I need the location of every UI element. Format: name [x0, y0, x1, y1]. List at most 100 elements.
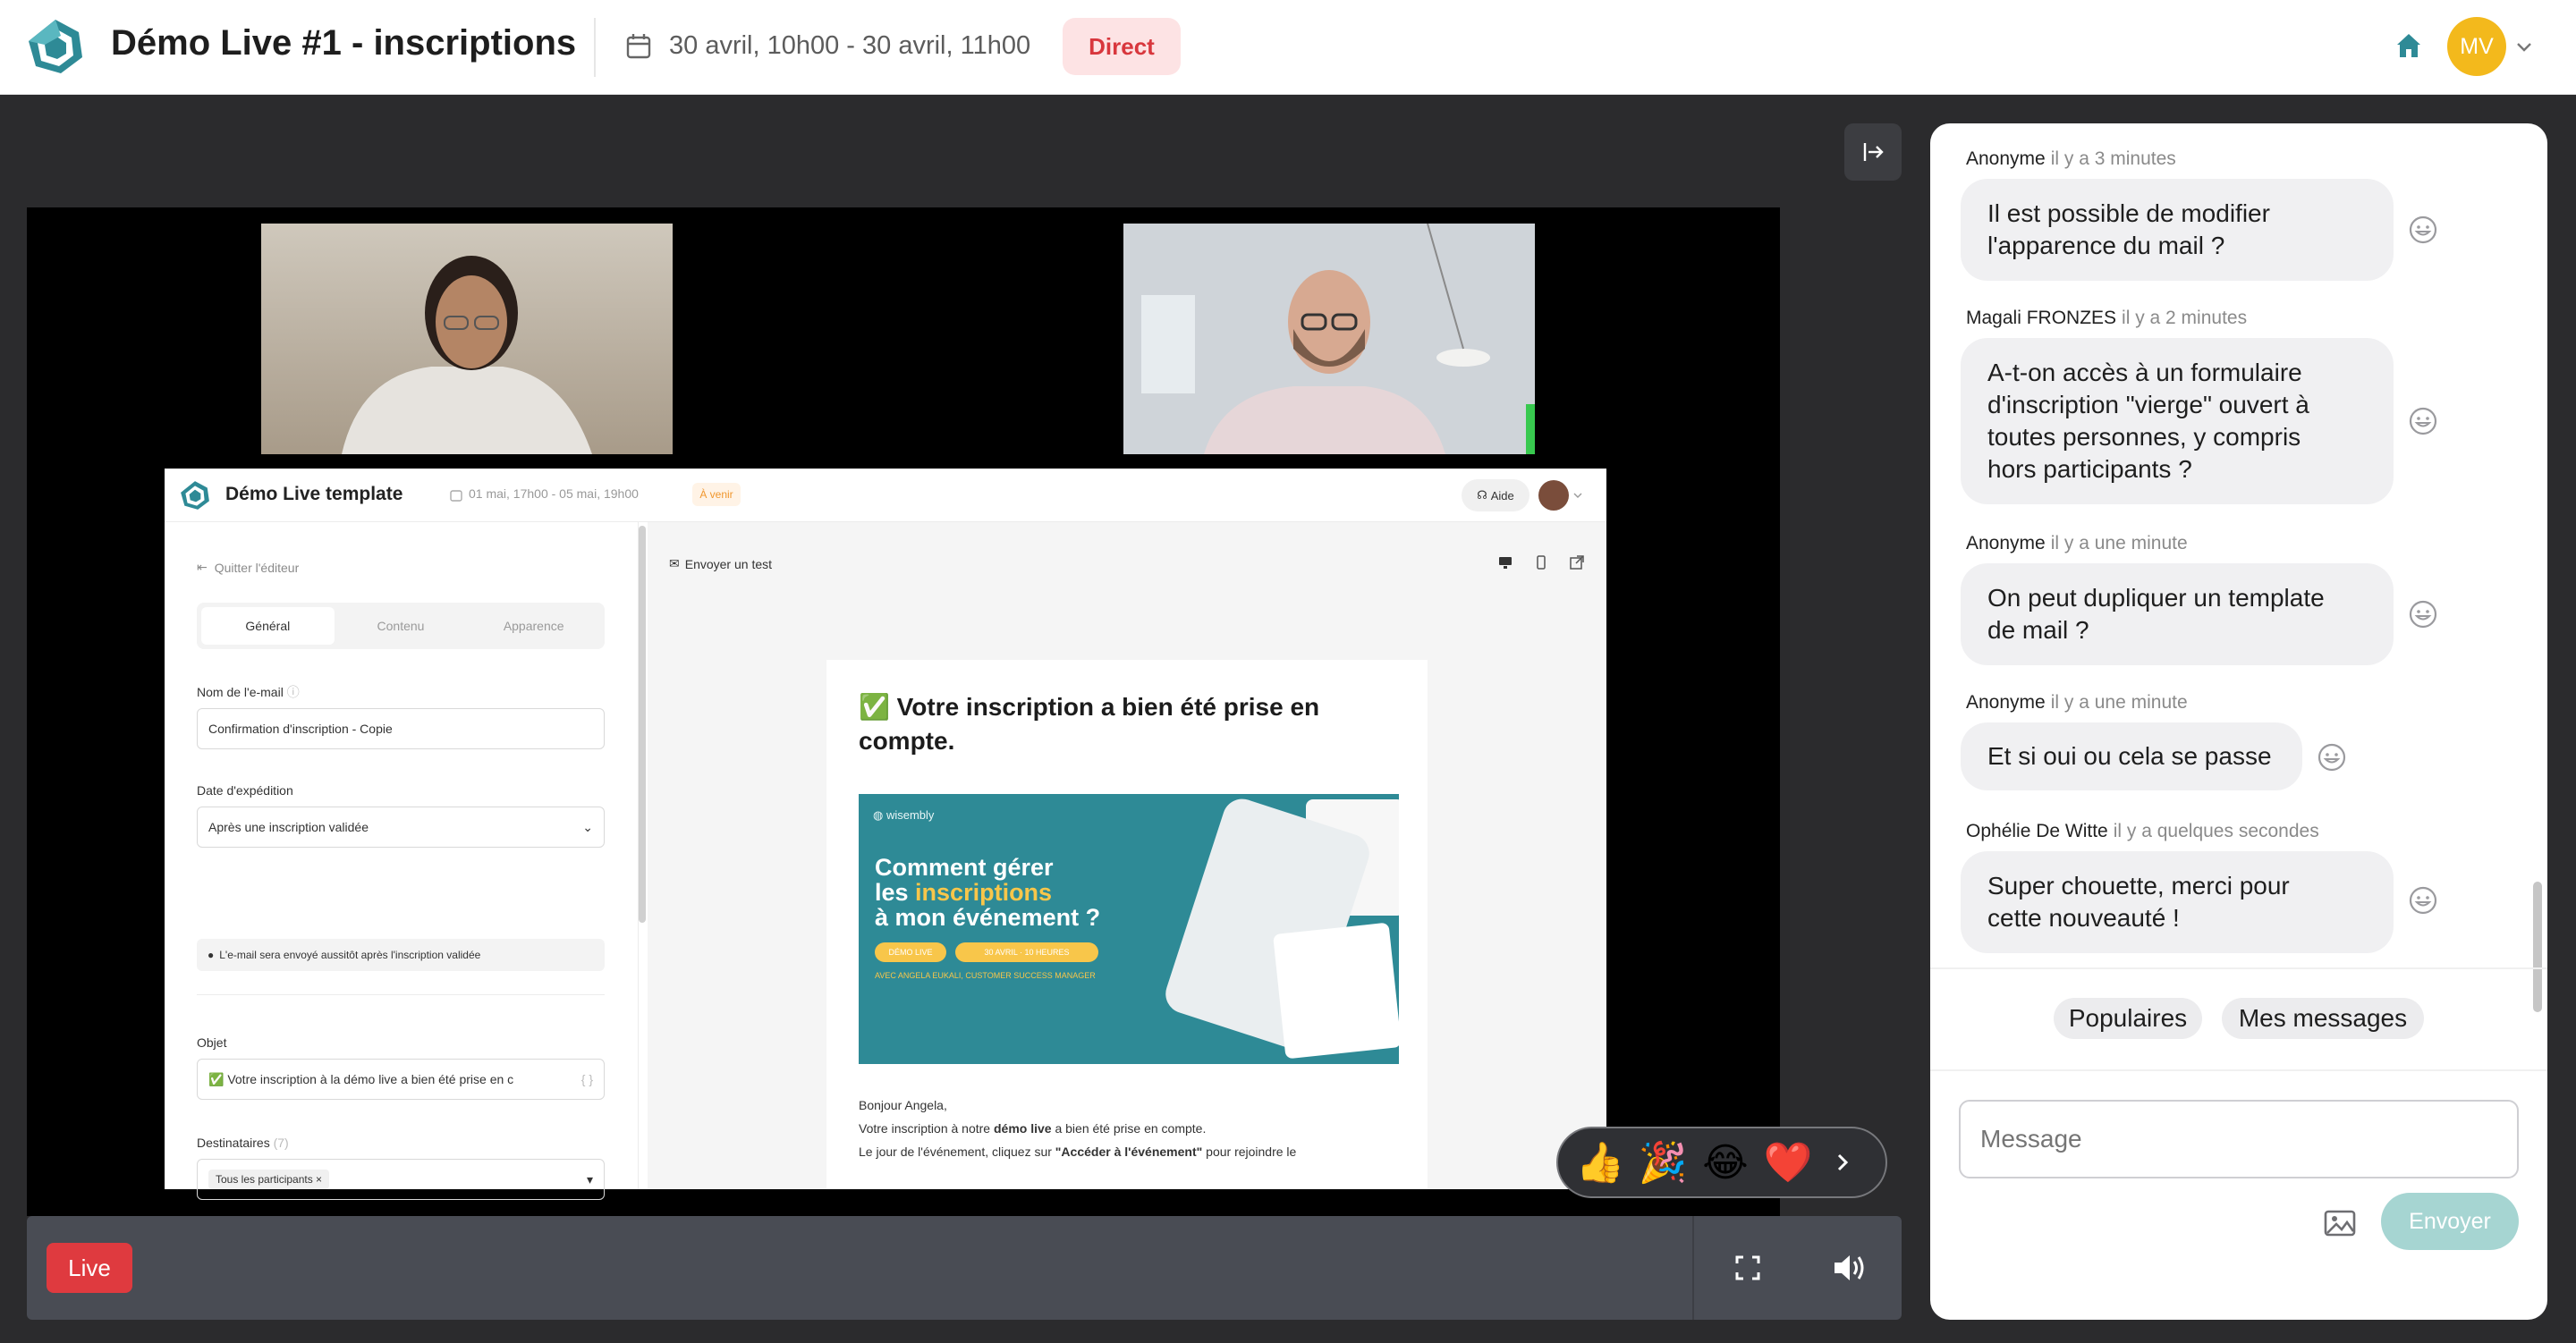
message-line: hors participants ? — [1987, 455, 2192, 483]
tab-appearance: Apparence — [503, 619, 564, 633]
email-body-1: Votre inscription à notre démo live a bi… — [859, 1121, 1206, 1136]
message-bubble: On peut dupliquer un template de mail ? — [1961, 563, 2394, 665]
email-preview-card: ✅ Votre inscription a bien été prise en … — [826, 660, 1428, 1189]
message-meta: Anonyme il y a une minute — [1966, 692, 2188, 714]
message-input[interactable] — [1959, 1100, 2519, 1178]
message-line: Il est possible de modifier — [1987, 199, 2270, 227]
help-button: ☊ Aide — [1462, 479, 1530, 511]
more-reactions-button[interactable] — [1825, 1136, 1860, 1188]
panel-scrollbar — [639, 526, 646, 923]
message-line: A-t-on accès à un formulaire — [1987, 359, 2302, 386]
message-author: Anonyme — [1966, 692, 2046, 713]
email-greeting: Bonjour Angela, — [859, 1098, 947, 1112]
reaction-laugh[interactable]: 😂 — [1699, 1136, 1751, 1188]
caret-down-icon: ▾ — [586, 1171, 593, 1187]
reaction-thumbs-up[interactable]: 👍 — [1574, 1136, 1626, 1188]
shared-status-badge: À venir — [692, 483, 741, 506]
shared-app-title: Démo Live template — [225, 484, 403, 504]
message-time: il y a une minute — [2050, 692, 2188, 713]
body-2b: "Accéder à l'événement" — [1055, 1145, 1203, 1159]
chat-scrollbar[interactable] — [2533, 882, 2542, 1012]
chevron-down-icon — [1573, 493, 1582, 498]
message-bubble: A-t-on accès à un formulaire d'inscripti… — [1961, 338, 2394, 504]
add-reaction-icon[interactable] — [2408, 215, 2438, 245]
add-reaction-icon[interactable] — [2317, 742, 2347, 773]
recipients-label: Destinataires (7) — [197, 1136, 289, 1150]
header-divider — [594, 18, 596, 77]
message-line: de mail ? — [1987, 616, 2089, 644]
variable-icon: { } — [580, 1072, 593, 1086]
wisembly-logo-icon[interactable] — [25, 16, 86, 77]
collapse-chat-button[interactable] — [1844, 123, 1902, 181]
add-reaction-icon[interactable] — [2408, 885, 2438, 916]
chevron-down-icon[interactable] — [2513, 36, 2535, 57]
info-icon: ⓘ — [286, 685, 300, 699]
user-avatar[interactable]: MV — [2447, 17, 2506, 76]
shared-app-logo-icon — [181, 481, 209, 510]
player-controls: Live — [27, 1216, 1902, 1320]
banner-line-2b: inscriptions — [915, 879, 1053, 906]
panel-divider — [197, 994, 605, 995]
message-bubble: Il est possible de modifier l'apparence … — [1961, 179, 2394, 281]
tab-general: Général — [201, 607, 335, 645]
quit-editor-label: Quitter l'éditeur — [214, 560, 300, 575]
message-author: Ophélie De Witte — [1966, 821, 2108, 841]
image-upload-icon[interactable] — [2322, 1205, 2358, 1241]
preview-device-toggles — [1497, 554, 1585, 570]
reaction-heart[interactable]: ❤️ — [1762, 1136, 1814, 1188]
banner-pill-date: 30 AVRIL · 10 HEURES — [955, 942, 1098, 962]
participant-2-silhouette — [1123, 224, 1535, 454]
banner-brand-text: wisembly — [886, 808, 935, 822]
message-line: toutes personnes, y compris — [1987, 423, 2301, 451]
recipients-chip: Tous les participants × — [208, 1170, 330, 1189]
email-preview-panel: ✉ Envoyer un test ✅ Votre inscription a … — [648, 522, 1606, 1189]
message-bubble: Super chouette, merci pour cette nouveau… — [1961, 851, 2394, 953]
email-banner-image: ◍ wisembly Comment gérer les inscription… — [859, 794, 1399, 1064]
reactions-bar: 👍 🎉 😂 ❤️ — [1556, 1127, 1887, 1198]
recipients-label-text: Destinataires — [197, 1136, 270, 1150]
email-name-field: Confirmation d'inscription - Copie — [197, 708, 605, 749]
calendar-icon — [450, 490, 462, 502]
fullscreen-button[interactable] — [1726, 1246, 1769, 1289]
tab-content: Contenu — [377, 619, 425, 633]
banner-pill-demo: DÉMO LIVE — [875, 942, 946, 962]
video-stage: Démo Live template 01 mai, 17h00 - 05 ma… — [27, 207, 1780, 1216]
message-text: On peut dupliquer un template de mail ? — [1987, 582, 2325, 646]
message-line: Et si oui ou cela se passe — [1987, 742, 2272, 770]
volume-button[interactable] — [1826, 1246, 1873, 1289]
event-date: 30 avril, 10h00 - 30 avril, 11h00 — [669, 31, 1031, 60]
reaction-party[interactable]: 🎉 — [1637, 1136, 1689, 1188]
email-name-label-text: Nom de l'e-mail — [197, 685, 284, 699]
message-author: Magali FRONZES — [1966, 308, 2117, 328]
recipients-select: Tous les participants × ▾ — [197, 1159, 605, 1200]
editor-settings-panel: ⇤ Quitter l'éditeur Général Contenu Appa… — [165, 522, 639, 1200]
email-name-value: Confirmation d'inscription - Copie — [208, 722, 393, 736]
add-reaction-icon[interactable] — [2408, 599, 2438, 629]
subject-value: ✅ Votre inscription à la démo live a bie… — [208, 1071, 514, 1086]
message-text: Et si oui ou cela se passe — [1987, 740, 2272, 773]
home-icon[interactable] — [2394, 30, 2424, 61]
send-date-value: Après une inscription validée — [208, 820, 369, 834]
filter-my-messages-button[interactable]: Mes messages — [2222, 998, 2424, 1039]
shared-user-avatar — [1538, 480, 1569, 511]
banner-brand: ◍ wisembly — [873, 808, 935, 822]
banner-laptop-mockup — [1273, 922, 1399, 1060]
email-heading: ✅ Votre inscription a bien été prise en … — [859, 693, 1320, 755]
editor-tabs: Général Contenu Apparence — [197, 603, 605, 649]
participant-1-silhouette — [261, 224, 673, 454]
banner-headline: Comment gérer les inscriptions à mon évé… — [875, 855, 1100, 930]
fullscreen-icon — [1735, 1255, 1760, 1280]
body-2a: Le jour de l'événement, cliquez sur — [859, 1145, 1055, 1159]
filter-popular-button[interactable]: Populaires — [2054, 998, 2202, 1039]
message-time: il y a une minute — [2050, 533, 2188, 553]
message-line: cette nouveauté ! — [1987, 904, 2180, 932]
email-name-label: Nom de l'e-mail ⓘ — [197, 683, 300, 701]
message-text: Il est possible de modifier l'apparence … — [1987, 198, 2270, 262]
send-button[interactable]: Envoyer — [2381, 1193, 2519, 1250]
add-reaction-icon[interactable] — [2408, 406, 2438, 436]
subject-field: ✅ Votre inscription à la démo live a bie… — [197, 1059, 605, 1100]
message-time: il y a quelques secondes — [2113, 821, 2319, 841]
help-label: Aide — [1490, 488, 1514, 503]
message-author: Anonyme — [1966, 148, 2046, 169]
message-line: d'inscription "vierge" ouvert à — [1987, 391, 2309, 418]
